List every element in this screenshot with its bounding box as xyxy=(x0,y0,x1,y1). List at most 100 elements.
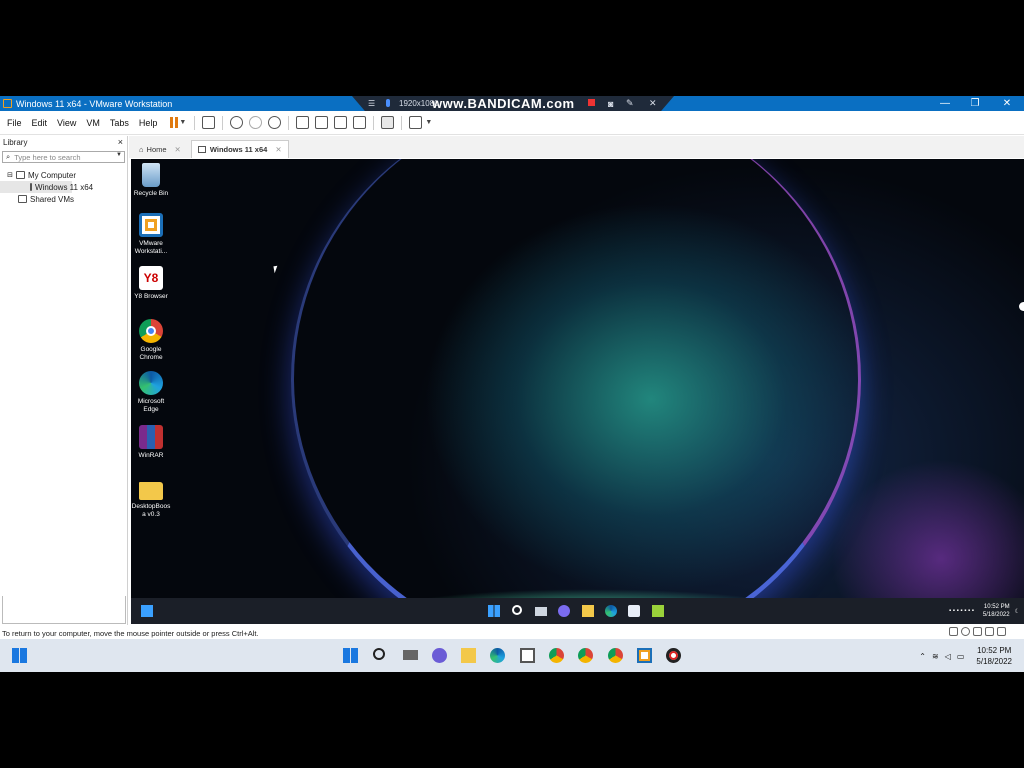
send-ctrl-alt-del-icon[interactable] xyxy=(202,116,216,129)
wifi-icon[interactable]: ≋ xyxy=(932,652,939,661)
close-icon[interactable]: ✕ xyxy=(175,145,181,154)
full-screen-icon[interactable] xyxy=(334,116,348,129)
library-view-icon[interactable] xyxy=(296,116,310,129)
maximize-icon[interactable]: ❐ xyxy=(960,96,990,111)
vm-icon xyxy=(197,146,206,153)
close-icon[interactable]: × xyxy=(118,137,123,147)
recorder-overlay: ☰ 1920x1080 www.BANDICAM.com ◙ ✎ ✕ xyxy=(352,96,674,111)
host-clock[interactable]: 10:52 PM 5/18/2022 xyxy=(976,645,1012,667)
start-icon[interactable] xyxy=(141,605,153,617)
mouse-cursor xyxy=(273,265,279,274)
vmware-icon[interactable] xyxy=(637,648,652,663)
desktop-icon-label: DesktopBoos a v0.3 xyxy=(131,503,171,518)
menu-file[interactable]: File xyxy=(2,118,27,128)
collapse-icon[interactable]: ⊟ xyxy=(6,171,14,179)
desktop-icon-label: Y8 Browser xyxy=(134,293,168,300)
chevron-up-icon[interactable]: ⌃ xyxy=(919,652,926,661)
shared-vms-icon xyxy=(18,195,27,203)
pause-icon[interactable] xyxy=(170,117,179,128)
menu-view[interactable]: View xyxy=(52,118,81,128)
edge-icon[interactable] xyxy=(490,648,505,663)
tree-item-shared-vms[interactable]: Shared VMs xyxy=(0,193,127,205)
file-explorer-icon[interactable] xyxy=(461,648,476,663)
toolbar-divider xyxy=(222,115,224,130)
desktop-icon-chrome[interactable]: Google Chrome xyxy=(131,319,171,361)
chevron-down-icon[interactable]: ▼ xyxy=(179,119,186,126)
tree-item-windows-11[interactable]: Windows 11 x64 xyxy=(0,181,93,193)
library-search-input[interactable]: ⌕ Type here to search ▼ xyxy=(2,151,125,163)
desktop-icon-y8-browser[interactable]: Y8 Y8 Browser xyxy=(131,266,171,301)
camera-icon[interactable]: ◙ xyxy=(608,99,613,109)
desktop-icon-edge[interactable]: Microsoft Edge xyxy=(131,371,171,413)
store-icon[interactable] xyxy=(628,605,640,617)
desktop-icon-label: Recycle Bin xyxy=(133,190,169,197)
store-icon[interactable] xyxy=(520,648,535,663)
chevron-down-icon[interactable]: ▼ xyxy=(425,119,432,126)
volume-icon[interactable]: ◁ xyxy=(945,652,951,661)
thumbnail-bar-icon[interactable] xyxy=(315,116,329,129)
network-icon[interactable] xyxy=(973,627,982,636)
tab-windows-11[interactable]: Windows 11 x64 ✕ xyxy=(190,140,289,158)
title-bar[interactable]: Windows 11 x64 - VMware Workstation ☰ 19… xyxy=(0,96,1024,111)
close-icon[interactable]: ✕ xyxy=(275,145,281,154)
revert-snapshot-icon[interactable] xyxy=(249,116,263,129)
hard-disk-icon[interactable] xyxy=(949,627,958,636)
desktop-icon-recycle-bin[interactable]: Recycle Bin xyxy=(131,163,171,198)
battery-icon[interactable]: ▭ xyxy=(957,652,965,661)
desktop-icon-vmware[interactable]: VMware Workstati... xyxy=(131,213,171,255)
chat-icon[interactable] xyxy=(432,648,447,663)
console-view-icon[interactable] xyxy=(381,116,395,129)
tab-home[interactable]: ⌂ Home ✕ xyxy=(133,140,187,158)
start-icon[interactable] xyxy=(12,648,27,663)
notes-icon[interactable] xyxy=(652,605,664,617)
chat-icon[interactable] xyxy=(558,605,570,617)
desktop-icon-desktopboost[interactable]: DesktopBoos a v0.3 xyxy=(131,478,171,518)
tray-icons[interactable]: ▪ ▪ ▪ ▪ ▪ ▪ ▪ xyxy=(949,608,974,614)
minimize-icon[interactable]: — xyxy=(930,96,960,111)
pencil-icon[interactable]: ✎ xyxy=(626,98,634,109)
message-icon[interactable] xyxy=(1009,627,1018,636)
host-taskbar: ⌃ ≋ ◁ ▭ 10:52 PM 5/18/2022 xyxy=(0,639,1024,672)
chrome-icon[interactable] xyxy=(578,648,593,663)
bandicam-icon[interactable] xyxy=(666,648,681,663)
guest-clock[interactable]: 10:52 PM 5/18/2022 xyxy=(983,603,1010,619)
chrome-icon[interactable] xyxy=(549,648,564,663)
start-icon[interactable] xyxy=(488,605,500,617)
recycle-bin-icon xyxy=(142,163,160,187)
close-icon[interactable]: ✕ xyxy=(992,96,1022,111)
file-explorer-icon[interactable] xyxy=(582,605,594,617)
stretch-guest-icon[interactable] xyxy=(409,116,423,129)
usb-icon[interactable] xyxy=(985,627,994,636)
toolbar-divider xyxy=(373,115,375,130)
edge-icon[interactable] xyxy=(605,605,617,617)
cd-rom-icon[interactable] xyxy=(961,627,970,636)
chrome-icon[interactable] xyxy=(608,648,623,663)
recorder-close-icon[interactable]: ✕ xyxy=(649,98,657,109)
desktop-icon-winrar[interactable]: WinRAR xyxy=(131,425,171,460)
mic-icon[interactable] xyxy=(386,99,390,107)
menu-edit[interactable]: Edit xyxy=(27,118,53,128)
display-icon[interactable] xyxy=(997,627,1006,636)
guest-desktop[interactable]: Recycle Bin VMware Workstati... Y8 Y8 Br… xyxy=(131,159,1024,624)
menu-help[interactable]: Help xyxy=(134,118,163,128)
scroll-handle[interactable] xyxy=(1019,302,1024,311)
menu-tabs[interactable]: Tabs xyxy=(105,118,134,128)
menu-icon[interactable]: ☰ xyxy=(368,99,375,108)
task-view-icon[interactable] xyxy=(403,650,418,660)
notification-icon[interactable]: ☾ xyxy=(1015,608,1020,615)
task-view-icon[interactable] xyxy=(535,607,547,616)
search-icon[interactable] xyxy=(373,648,385,660)
snapshot-icon[interactable] xyxy=(230,116,244,129)
tree-item-my-computer[interactable]: ⊟ My Computer xyxy=(0,169,127,181)
library-frame xyxy=(2,596,126,624)
snapshot-manager-icon[interactable] xyxy=(268,116,282,129)
start-icon[interactable] xyxy=(343,648,358,663)
unity-icon[interactable] xyxy=(353,116,367,129)
winrar-icon xyxy=(139,425,163,449)
host-clock-date: 5/18/2022 xyxy=(976,657,1012,666)
chevron-down-icon[interactable]: ▼ xyxy=(116,152,122,158)
menu-vm[interactable]: VM xyxy=(81,118,105,128)
search-placeholder: Type here to search xyxy=(14,152,81,162)
record-stop-icon[interactable] xyxy=(588,99,595,106)
search-icon[interactable] xyxy=(512,605,522,615)
